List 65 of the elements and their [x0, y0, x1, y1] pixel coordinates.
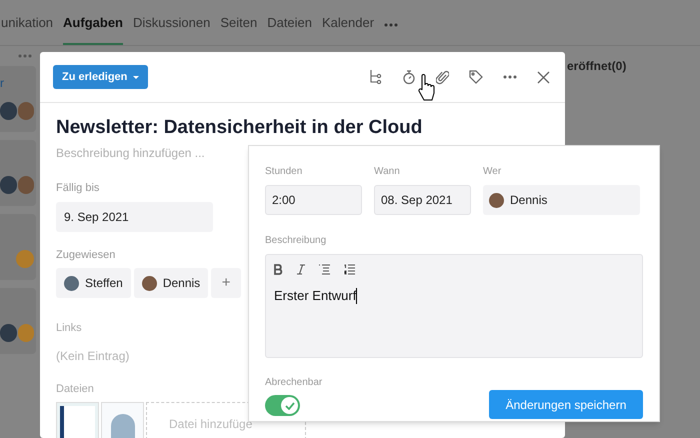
description-editor[interactable]: Erster Entwurf — [265, 254, 643, 358]
avatar — [0, 176, 16, 194]
field-label: Links — [56, 321, 82, 336]
bold-icon[interactable] — [274, 264, 283, 274]
avatar — [16, 250, 34, 268]
person-name: Dennis — [510, 192, 548, 209]
caret-icon — [133, 76, 140, 78]
field-label: Zugewiesen — [56, 248, 116, 262]
file-thumbnail[interactable] — [56, 402, 99, 438]
nav-tab[interactable]: Seiten — [220, 12, 258, 45]
bullet-list-icon[interactable] — [319, 264, 330, 274]
task-card[interactable]: r — [0, 66, 36, 132]
assignee-name: Dennis — [162, 275, 200, 292]
links-value: (Kein Eintrag) — [56, 348, 130, 364]
field-label: Dateien — [56, 382, 94, 396]
status-dropdown[interactable]: Zu erledigen — [53, 65, 148, 89]
close-icon[interactable] — [537, 70, 550, 84]
field-label: Abrechenbar — [265, 376, 324, 390]
description-placeholder[interactable]: Beschreibung hinzufügen ... — [56, 144, 205, 162]
text-cursor — [356, 288, 358, 304]
save-button[interactable]: Änderungen speichern — [489, 390, 643, 419]
billable-toggle[interactable] — [265, 395, 300, 416]
subtask-icon[interactable] — [369, 70, 382, 84]
field-label: Fällig bis — [56, 181, 100, 196]
task-card[interactable] — [0, 288, 36, 354]
file-thumbnail[interactable] — [101, 402, 144, 438]
nav-tab[interactable]: unikation — [1, 12, 54, 45]
person-field[interactable]: Dennis — [483, 185, 640, 215]
nav-tab[interactable]: Aufgaben — [63, 12, 123, 45]
task-title: Newsletter: Datensicherheit in der Cloud — [56, 116, 422, 140]
due-date-field[interactable]: 9. Sep 2021 — [56, 202, 213, 232]
avatar — [0, 102, 16, 120]
paperclip-icon[interactable] — [436, 70, 449, 84]
avatar — [18, 324, 34, 342]
hours-field[interactable]: 2:00 — [265, 185, 362, 215]
field-label: Beschreibung — [265, 234, 328, 248]
italic-icon[interactable] — [297, 264, 305, 274]
check-icon — [284, 402, 294, 410]
stopwatch-icon[interactable] — [402, 70, 416, 84]
assignee-chip[interactable]: Dennis — [134, 268, 208, 298]
nav-tab[interactable]: Kalender — [322, 12, 374, 45]
avatar — [489, 192, 504, 208]
numbered-list-icon[interactable] — [344, 264, 355, 274]
assignee-name: Steffen — [85, 275, 123, 292]
column-heading: eröffnet(0) — [567, 59, 626, 73]
tag-icon[interactable] — [469, 70, 483, 84]
hand-cursor-icon — [418, 74, 435, 101]
field-label: Wer — [483, 165, 502, 179]
task-link[interactable]: r — [0, 74, 36, 92]
editor-text: Erster Entwurf — [274, 287, 356, 305]
more-icon[interactable] — [503, 75, 517, 79]
date-field[interactable]: 08. Sep 2021 — [374, 185, 471, 215]
nav-tab[interactable]: Diskussionen — [133, 12, 210, 45]
avatar — [0, 324, 16, 342]
field-label: Wann — [374, 165, 401, 179]
task-card[interactable] — [0, 140, 36, 206]
avatar — [18, 102, 34, 120]
avatar — [64, 276, 79, 290]
avatar — [142, 276, 157, 290]
field-label: Stunden — [265, 165, 304, 179]
nav-tab[interactable]: Dateien — [267, 12, 312, 45]
add-assignee-button[interactable]: + — [211, 268, 242, 298]
more-icon[interactable] — [384, 23, 398, 27]
avatar — [18, 176, 34, 194]
assignee-chip[interactable]: Steffen — [56, 268, 131, 298]
